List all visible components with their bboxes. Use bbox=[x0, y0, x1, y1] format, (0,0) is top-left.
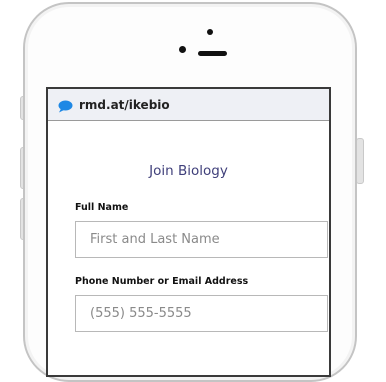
phone-screen: rmd.at/ikebio Join Biology Full Name Pho… bbox=[46, 87, 331, 377]
full-name-label: Full Name bbox=[75, 202, 129, 213]
chat-bubble-icon bbox=[58, 98, 73, 113]
full-name-input[interactable] bbox=[75, 221, 328, 258]
proximity-sensor bbox=[207, 29, 213, 35]
power-button bbox=[356, 138, 364, 184]
url-text: rmd.at/ikebio bbox=[79, 97, 170, 112]
front-camera bbox=[179, 46, 186, 53]
form-title: Join Biology bbox=[149, 163, 228, 179]
contact-input[interactable] bbox=[75, 295, 328, 332]
contact-label: Phone Number or Email Address bbox=[75, 276, 249, 287]
browser-url-bar[interactable]: rmd.at/ikebio bbox=[48, 89, 329, 121]
earpiece-speaker bbox=[198, 51, 227, 56]
